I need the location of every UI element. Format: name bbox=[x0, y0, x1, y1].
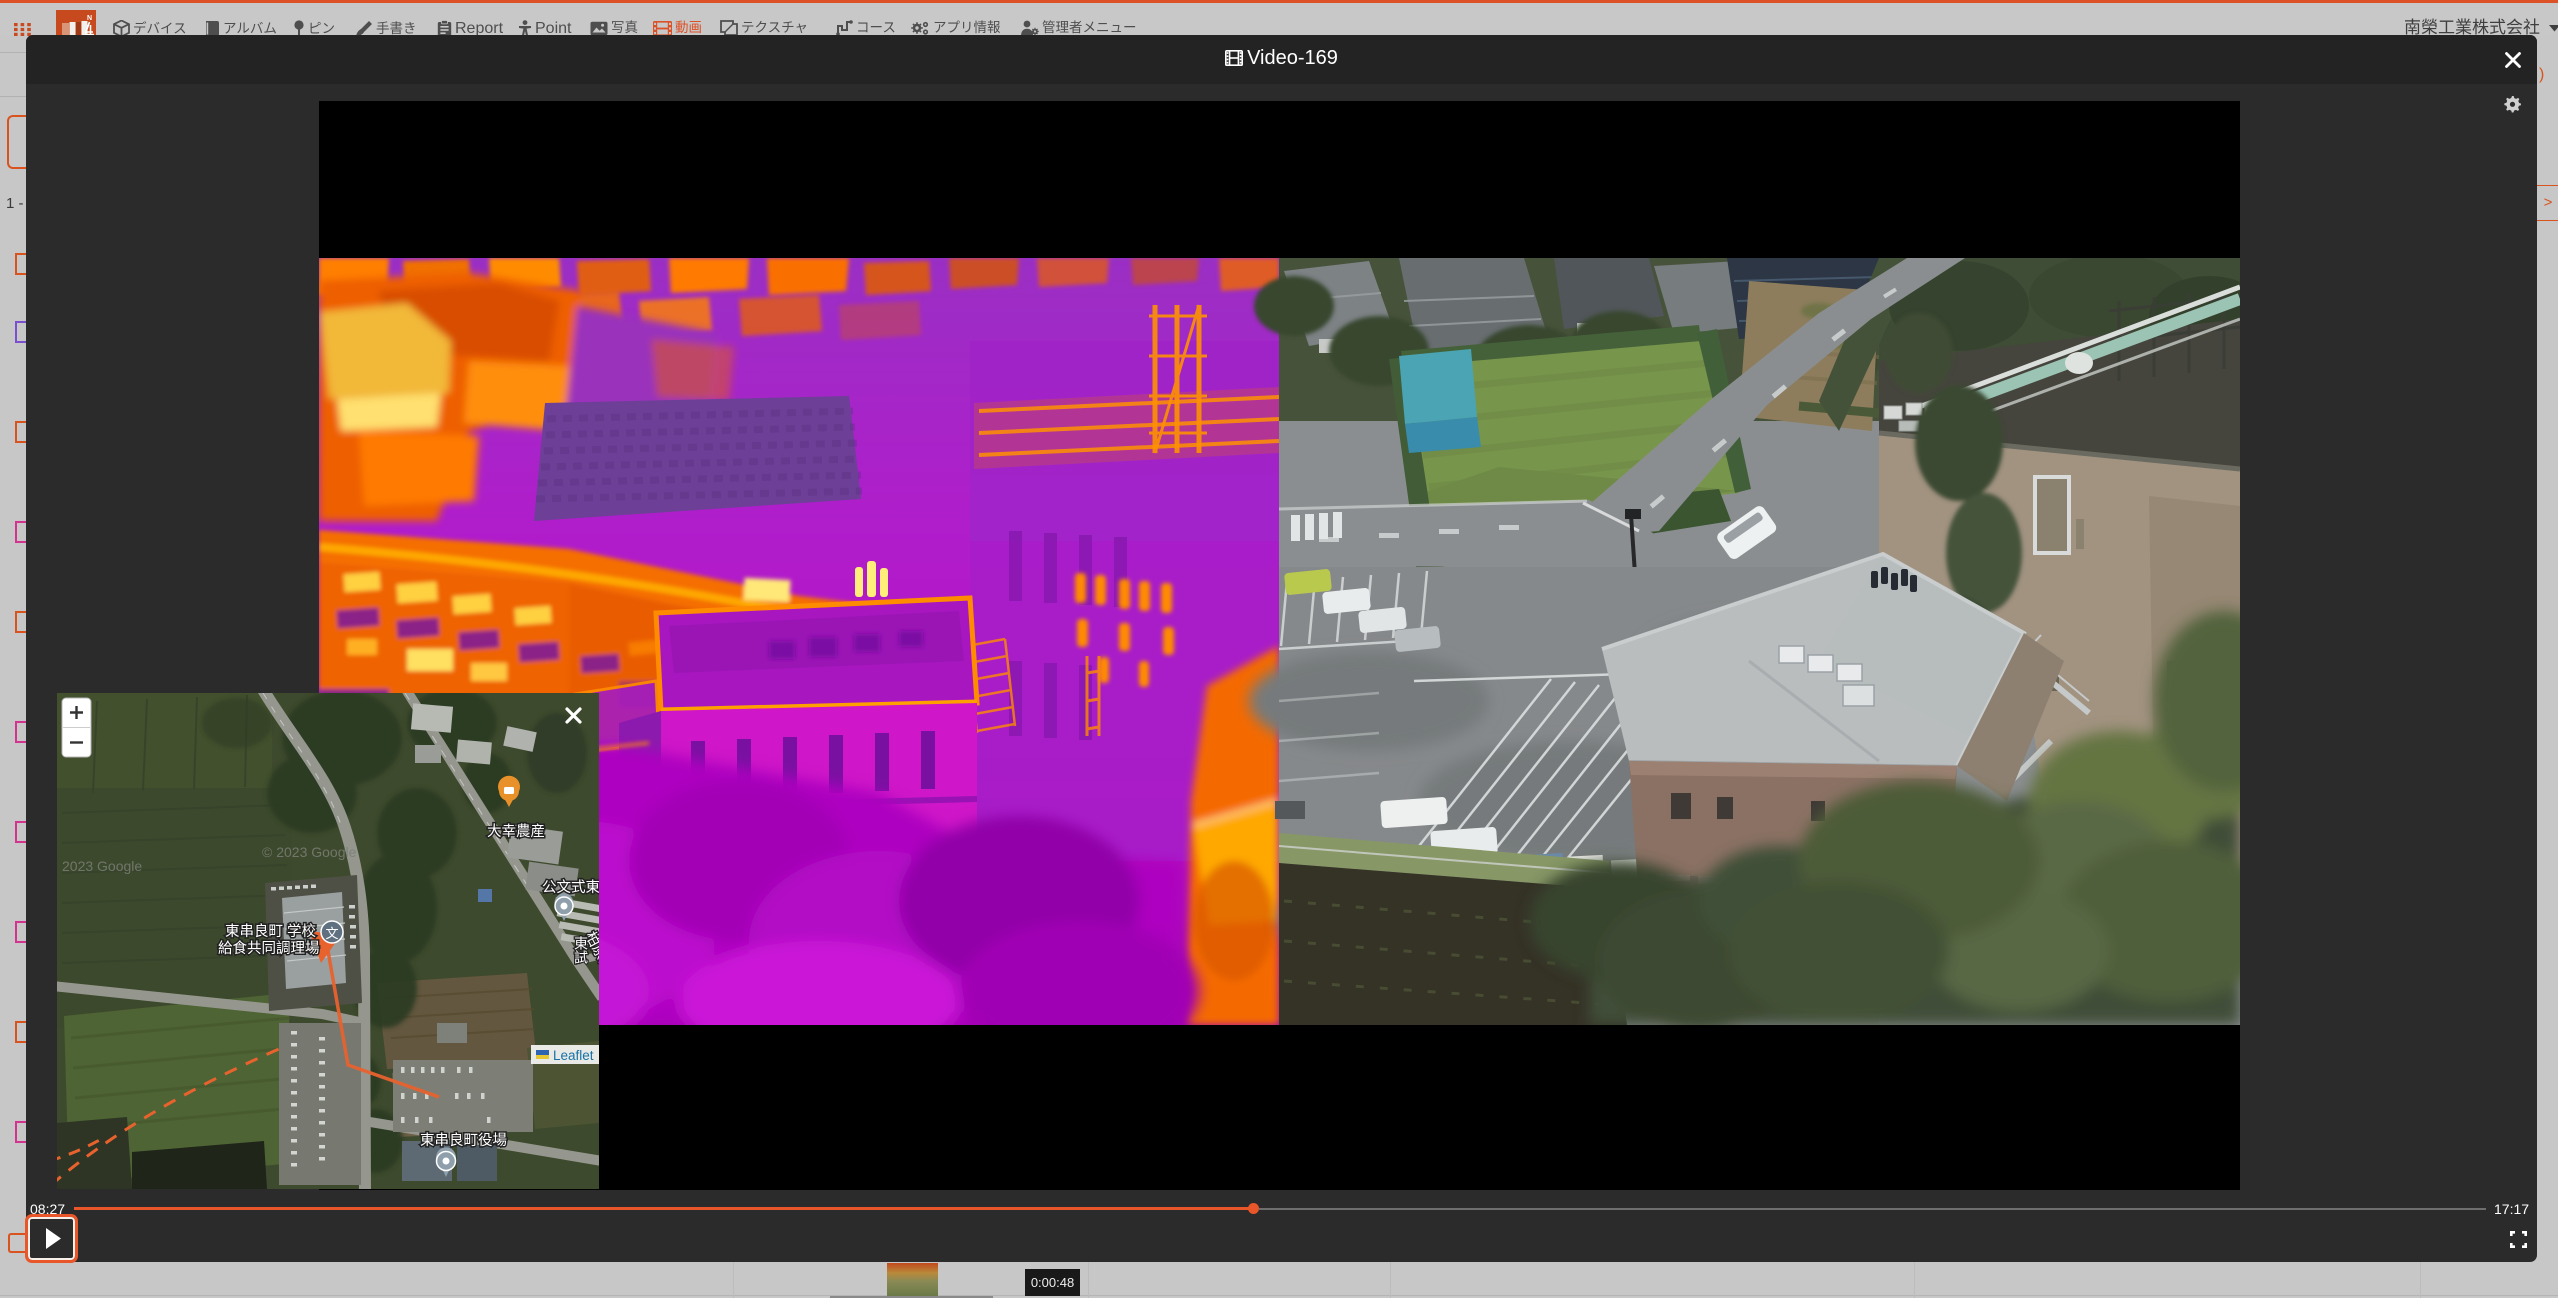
svg-text:公文式東: 公文式東 bbox=[542, 879, 599, 896]
svg-text:給食共同調理場: 給食共同調理場 bbox=[218, 940, 320, 957]
svg-text:東試: 東試 bbox=[573, 936, 589, 964]
svg-text:大幸農産: 大幸農産 bbox=[487, 823, 545, 840]
svg-text:N: N bbox=[87, 15, 92, 22]
svg-text:東串良町 学校: 東串良町 学校 bbox=[225, 923, 316, 940]
svg-text:文: 文 bbox=[325, 926, 338, 941]
svg-text:Leaflet: Leaflet bbox=[553, 1048, 594, 1063]
svg-text:2023 Google: 2023 Google bbox=[62, 858, 142, 874]
svg-text:© 2023 Google: © 2023 Google bbox=[262, 844, 357, 860]
svg-text:東串良町役場: 東串良町役場 bbox=[420, 1132, 507, 1149]
